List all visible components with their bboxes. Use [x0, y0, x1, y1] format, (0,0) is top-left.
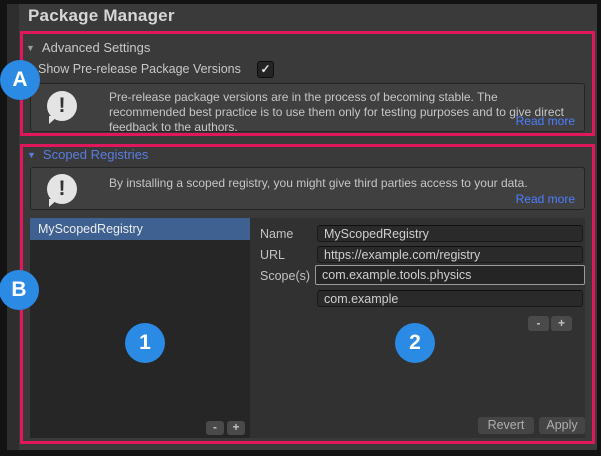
registry-list-item-selected[interactable]: MyScopedRegistry	[30, 218, 250, 240]
prerelease-checkbox[interactable]: ✓	[257, 61, 274, 78]
advanced-settings-header: Advanced Settings	[42, 40, 150, 55]
scopes-label: Scope(s)	[260, 269, 310, 283]
annotation-badge-b: B	[0, 270, 39, 310]
scope-remove-button[interactable]: -	[528, 316, 549, 331]
prerelease-checkbox-label: Show Pre-release Package Versions	[38, 62, 241, 76]
package-manager-window: Package Manager ▼ Advanced Settings Show …	[0, 0, 601, 456]
scope-add-button[interactable]: +	[551, 316, 572, 331]
scope-input-0[interactable]	[315, 265, 585, 285]
scoped-registries-header: Scoped Registries	[43, 147, 149, 162]
scoped-registry-info-text: By installing a scoped registry, you mig…	[109, 176, 572, 191]
checkmark-icon: ✓	[260, 62, 270, 76]
url-label: URL	[260, 248, 285, 262]
registry-remove-button[interactable]: -	[206, 421, 224, 435]
scope-input-1[interactable]	[317, 290, 583, 307]
alert-bubble-icon: !	[47, 174, 77, 204]
name-label: Name	[260, 227, 293, 241]
page-title: Package Manager	[28, 6, 175, 26]
url-input[interactable]	[317, 246, 583, 263]
alert-bubble-icon: !	[47, 91, 77, 121]
registry-add-button[interactable]: +	[227, 421, 245, 435]
annotation-badge-a: A	[0, 60, 40, 100]
scoped-registries-foldout[interactable]: ▼ Scoped Registries	[27, 147, 148, 162]
apply-button[interactable]: Apply	[539, 417, 585, 434]
name-input[interactable]	[317, 225, 583, 242]
annotation-badge-1: 1	[125, 323, 165, 363]
foldout-open-icon: ▼	[27, 150, 36, 160]
scoped-registry-read-more-link[interactable]: Read more	[516, 192, 575, 206]
scoped-registry-info-box: ! By installing a scoped registry, you m…	[30, 167, 585, 210]
annotation-badge-2: 2	[395, 323, 435, 363]
prerelease-read-more-link[interactable]: Read more	[516, 114, 575, 128]
foldout-open-icon: ▼	[26, 43, 35, 53]
advanced-settings-foldout[interactable]: ▼ Advanced Settings	[26, 40, 150, 55]
revert-button[interactable]: Revert	[478, 417, 534, 434]
prerelease-info-box: ! Pre-release package versions are in th…	[30, 83, 585, 132]
prerelease-info-text: Pre-release package versions are in the …	[109, 90, 572, 135]
